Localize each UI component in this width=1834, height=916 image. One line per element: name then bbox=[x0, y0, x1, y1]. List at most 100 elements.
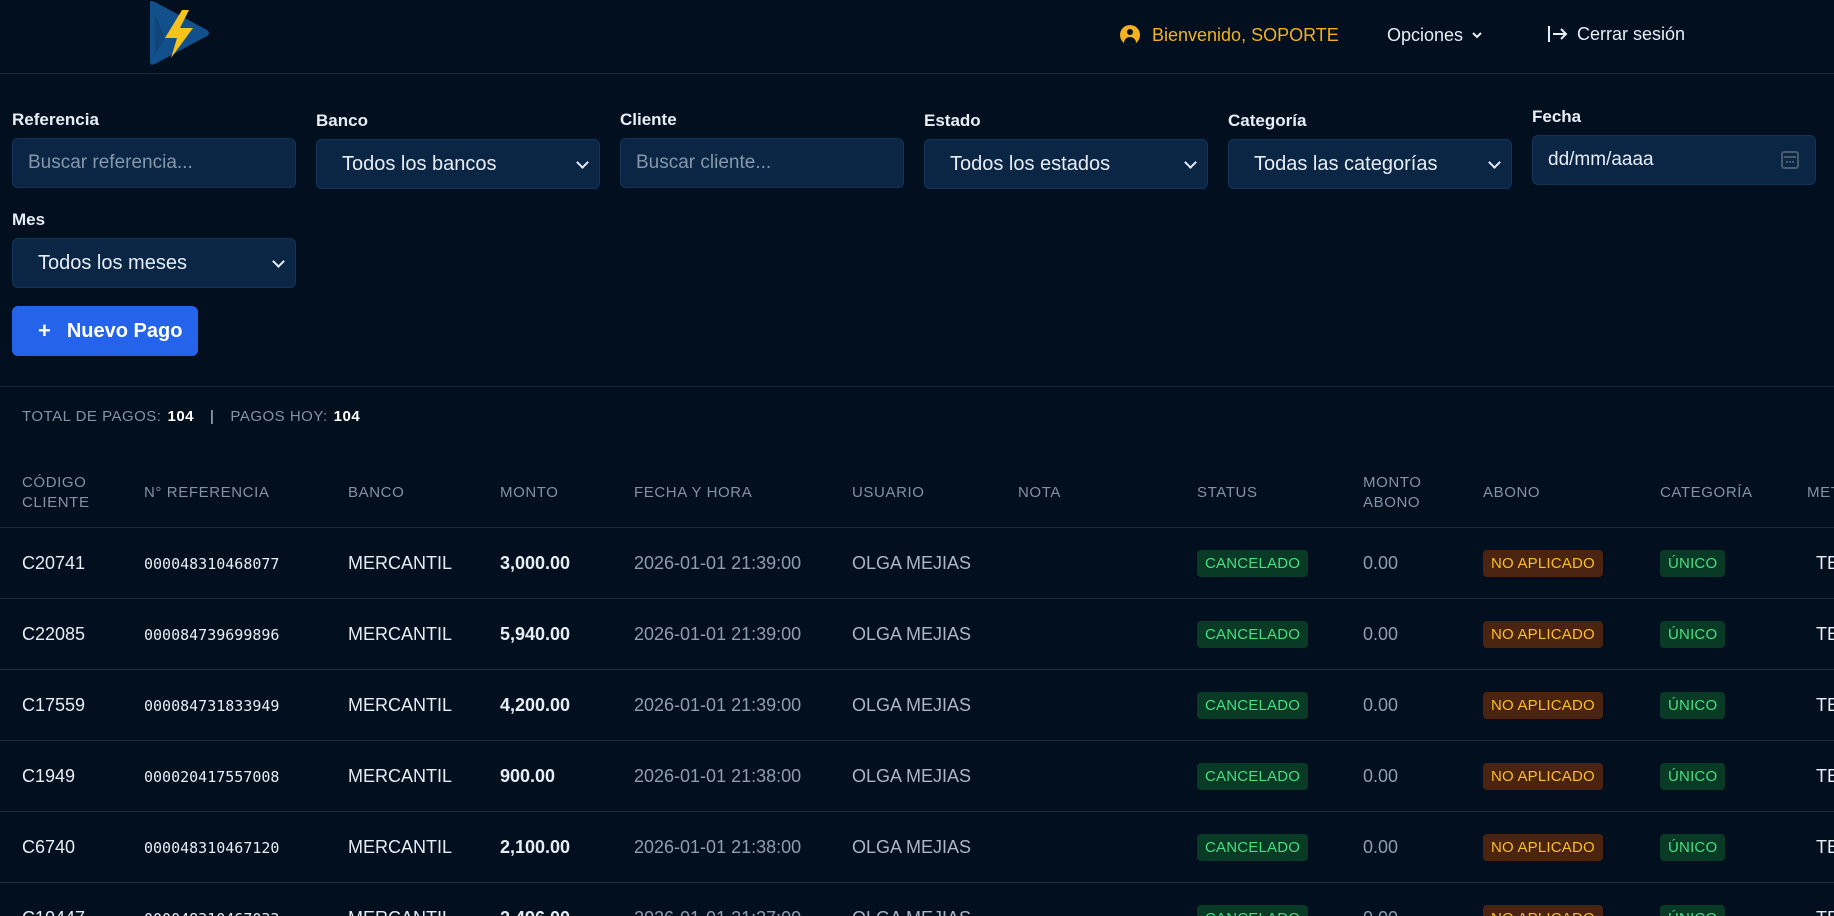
cell-banco: MERCANTIL bbox=[348, 837, 453, 857]
new-payment-label: Nuevo Pago bbox=[66, 319, 183, 342]
filter-categoria: Categoría Todas las categorías bbox=[1228, 111, 1512, 189]
logout-icon bbox=[1548, 26, 1568, 42]
th-metodo[interactable]: MET bbox=[1807, 468, 1834, 518]
th-status[interactable]: STATUS bbox=[1197, 468, 1258, 518]
cell-monto: 2,496.00 bbox=[500, 883, 570, 916]
categoria-badge: ÚNICO bbox=[1660, 905, 1726, 916]
th-monto-abono[interactable]: MONTO ABONO bbox=[1363, 468, 1422, 518]
mes-select[interactable]: Todos los meses bbox=[12, 238, 296, 288]
th-usuario[interactable]: USUARIO bbox=[852, 468, 925, 518]
abono-badge: NO APLICADO bbox=[1483, 550, 1603, 577]
filter-estado: Estado Todos los estados bbox=[924, 111, 1208, 189]
calendar-icon[interactable] bbox=[1781, 151, 1799, 169]
cliente-search-input[interactable]: Buscar cliente... bbox=[620, 138, 904, 188]
cell-abono: NO APLICADO bbox=[1483, 670, 1603, 741]
cell-referencia: 000084731833949 bbox=[144, 696, 280, 715]
th-nota[interactable]: NOTA bbox=[1018, 468, 1061, 518]
abono-badge: NO APLICADO bbox=[1483, 763, 1603, 790]
table-row[interactable]: C20741 000048310468077 MERCANTIL 3,000.0… bbox=[0, 528, 1834, 599]
cell-fecha: 2026-01-01 21:39:00 bbox=[634, 553, 802, 573]
cell-categoria: ÚNICO bbox=[1660, 883, 1726, 916]
today-payments-label: PAGOS HOY: bbox=[230, 408, 328, 425]
table-row[interactable]: C22085 000084739699896 MERCANTIL 5,940.0… bbox=[0, 599, 1834, 670]
plus-icon: + bbox=[38, 318, 51, 343]
th-fecha-hora[interactable]: FECHA Y HORA bbox=[634, 468, 752, 518]
cell-banco: MERCANTIL bbox=[348, 624, 453, 644]
cell-status: CANCELADO bbox=[1197, 883, 1309, 916]
abono-badge: NO APLICADO bbox=[1483, 834, 1603, 861]
cell-banco: MERCANTIL bbox=[348, 553, 453, 573]
table-row[interactable]: C1949 000020417557008 MERCANTIL 900.00 2… bbox=[0, 741, 1834, 812]
cell-monto: 2,100.00 bbox=[500, 837, 571, 857]
table-row[interactable]: C10447 000048310467033 MERCANTIL 2,496.0… bbox=[0, 883, 1834, 916]
cell-codigo: C10447 bbox=[22, 883, 85, 916]
welcome-user: Bienvenido, SOPORTE bbox=[1120, 24, 1339, 46]
top-header: Bienvenido, SOPORTE Opciones Cerrar sesi… bbox=[0, 0, 1834, 74]
cell-monto: 3,000.00 bbox=[500, 553, 571, 573]
th-categoria[interactable]: CATEGORÍA bbox=[1660, 468, 1753, 518]
total-payments-label: TOTAL DE PAGOS: bbox=[22, 408, 162, 425]
cell-banco: MERCANTIL bbox=[348, 883, 452, 916]
cliente-label: Cliente bbox=[620, 110, 677, 129]
logout-button[interactable]: Cerrar sesión bbox=[1547, 22, 1685, 46]
filter-fecha: Fecha dd/mm/aaaa bbox=[1532, 107, 1816, 185]
cell-metodo: TE bbox=[1816, 624, 1834, 644]
cell-monto-abono: 0.00 bbox=[1363, 695, 1399, 715]
status-badge: CANCELADO bbox=[1197, 550, 1309, 577]
cell-usuario: OLGA MEJIAS bbox=[852, 553, 972, 573]
cell-codigo: C6740 bbox=[22, 837, 76, 857]
cell-categoria: ÚNICO bbox=[1660, 670, 1726, 741]
th-monto[interactable]: MONTO bbox=[500, 468, 559, 518]
welcome-text: Bienvenido, SOPORTE bbox=[1152, 24, 1339, 45]
total-payments-value: 104 bbox=[167, 408, 195, 425]
th-banco[interactable]: BANCO bbox=[348, 468, 404, 518]
new-payment-button[interactable]: + Nuevo Pago bbox=[12, 306, 198, 356]
cell-metodo: TE bbox=[1816, 837, 1834, 857]
th-referencia[interactable]: N° REFERENCIA bbox=[144, 468, 269, 518]
cell-banco: MERCANTIL bbox=[348, 695, 453, 715]
cell-fecha: 2026-01-01 21:37:00 bbox=[634, 883, 801, 916]
categoria-badge: ÚNICO bbox=[1660, 763, 1726, 790]
th-codigo-cliente[interactable]: CÓDIGO CLIENTE bbox=[22, 468, 90, 518]
referencia-label: Referencia bbox=[12, 110, 99, 129]
stats-separator: | bbox=[210, 408, 215, 425]
mes-select-value: Todos los meses bbox=[38, 251, 187, 274]
cell-codigo: C22085 bbox=[22, 624, 86, 644]
lightning-logo-icon bbox=[150, 1, 209, 65]
chevron-down-icon bbox=[576, 156, 589, 169]
status-badge: CANCELADO bbox=[1197, 763, 1309, 790]
cell-codigo: C1949 bbox=[22, 766, 76, 786]
cell-monto-abono: 0.00 bbox=[1363, 553, 1399, 573]
cell-fecha: 2026-01-01 21:38:00 bbox=[634, 766, 802, 786]
options-label: Opciones bbox=[1387, 24, 1464, 45]
payments-table: CÓDIGO CLIENTE N° REFERENCIA BANCO MONTO … bbox=[0, 458, 1834, 916]
status-badge: CANCELADO bbox=[1197, 834, 1309, 861]
status-badge: CANCELADO bbox=[1197, 621, 1309, 648]
cell-codigo: C17559 bbox=[22, 695, 86, 715]
th-abono[interactable]: ABONO bbox=[1483, 468, 1540, 518]
cell-referencia: 000020417557008 bbox=[144, 767, 280, 786]
fecha-date-input[interactable]: dd/mm/aaaa bbox=[1532, 135, 1816, 185]
cell-monto-abono: 0.00 bbox=[1363, 883, 1398, 916]
cell-categoria: ÚNICO bbox=[1660, 741, 1726, 812]
table-row[interactable]: C17559 000084731833949 MERCANTIL 4,200.0… bbox=[0, 670, 1834, 741]
options-menu-button[interactable]: Opciones bbox=[1387, 24, 1483, 46]
abono-badge: NO APLICADO bbox=[1483, 905, 1603, 916]
fecha-label: Fecha bbox=[1532, 107, 1582, 126]
cell-usuario: OLGA MEJIAS bbox=[852, 837, 972, 857]
referencia-search-input[interactable]: Buscar referencia... bbox=[12, 138, 296, 188]
mes-label: Mes bbox=[12, 210, 46, 229]
chevron-down-icon bbox=[1488, 156, 1501, 169]
cell-abono: NO APLICADO bbox=[1483, 599, 1603, 670]
cell-status: CANCELADO bbox=[1197, 528, 1309, 599]
categoria-select[interactable]: Todas las categorías bbox=[1228, 139, 1512, 189]
cell-fecha: 2026-01-01 21:38:00 bbox=[634, 837, 802, 857]
banco-select[interactable]: Todos los bancos bbox=[316, 139, 600, 189]
estado-select[interactable]: Todos los estados bbox=[924, 139, 1208, 189]
cell-status: CANCELADO bbox=[1197, 670, 1309, 741]
table-header-row: CÓDIGO CLIENTE N° REFERENCIA BANCO MONTO … bbox=[0, 458, 1834, 528]
table-row[interactable]: C6740 000048310467120 MERCANTIL 2,100.00… bbox=[0, 812, 1834, 883]
categoria-select-value: Todas las categorías bbox=[1254, 152, 1438, 175]
today-payments-value: 104 bbox=[333, 408, 361, 425]
cell-monto: 900.00 bbox=[500, 766, 556, 786]
